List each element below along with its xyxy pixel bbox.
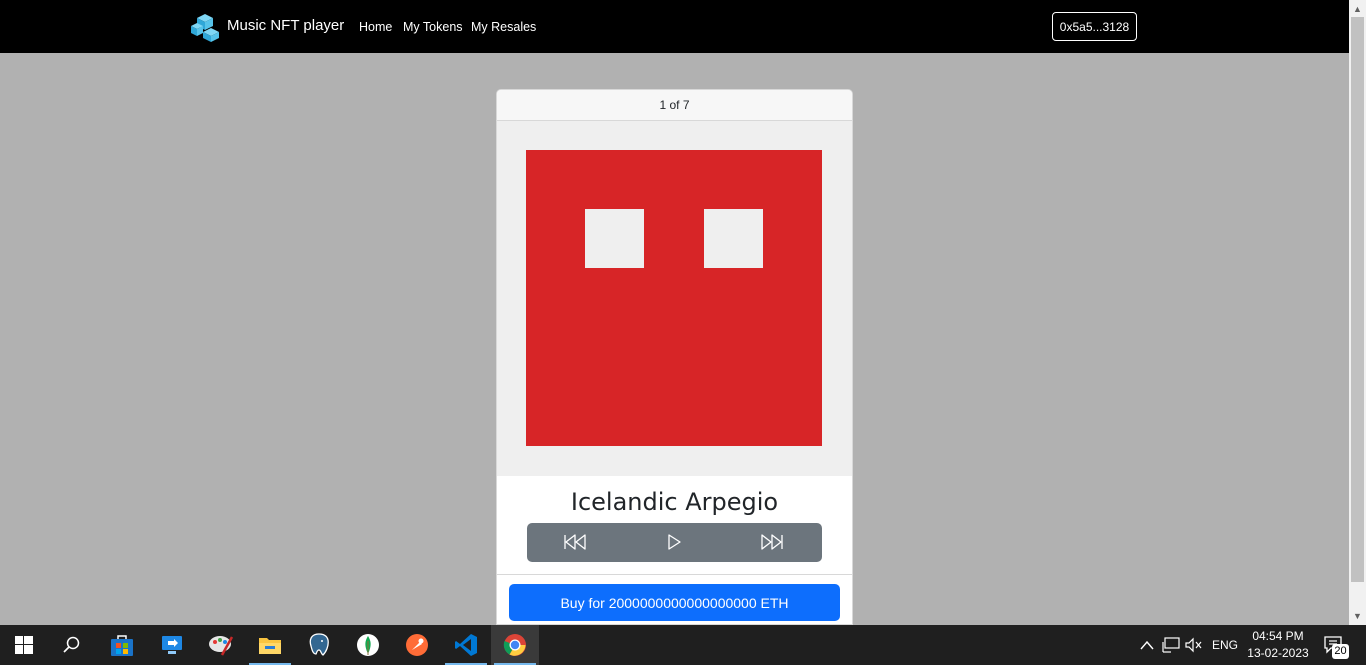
nav-home[interactable]: Home: [359, 20, 392, 34]
nav-my-resales[interactable]: My Resales: [471, 20, 536, 34]
track-title: Icelandic Arpegio: [570, 488, 779, 516]
windows-start-icon[interactable]: [0, 625, 48, 665]
scroll-thumb[interactable]: [1351, 17, 1364, 582]
notification-count-badge: 20: [1332, 644, 1349, 659]
wallet-address-button[interactable]: 0x5a5...3128: [1052, 12, 1137, 41]
nav-my-tokens[interactable]: My Tokens: [403, 20, 463, 34]
volume-muted-icon[interactable]: [1185, 625, 1203, 665]
search-icon[interactable]: [48, 625, 96, 665]
paint-icon[interactable]: [197, 625, 245, 665]
hidden-icons-chevron-icon[interactable]: [1140, 625, 1154, 665]
nft-artwork: [526, 150, 822, 446]
postman-icon[interactable]: [393, 625, 441, 665]
microsoft-store-icon[interactable]: [98, 625, 146, 665]
clock-time: 04:54 PM: [1252, 629, 1304, 643]
buy-button[interactable]: Buy for 2000000000000000000 ETH: [509, 584, 840, 621]
card-pager: 1 of 7: [497, 90, 852, 121]
navbar: Music NFT player Home My Tokens My Resal…: [0, 0, 1349, 53]
player-controls: [527, 523, 822, 562]
brand-logo-icon[interactable]: [189, 12, 219, 42]
network-icon[interactable]: [1162, 625, 1180, 665]
artwork-right-square: [704, 209, 763, 268]
postgresql-icon[interactable]: [295, 625, 343, 665]
mongodb-icon[interactable]: [344, 625, 392, 665]
brand-name[interactable]: Music NFT player: [227, 17, 344, 34]
scroll-down-arrow-icon[interactable]: ▼: [1353, 611, 1362, 621]
skip-back-icon[interactable]: [563, 532, 587, 552]
scroll-up-arrow-icon[interactable]: ▲: [1353, 4, 1362, 14]
taskbar-clock[interactable]: 04:54 PM 13-02-2023: [1246, 628, 1310, 662]
remote-desktop-icon[interactable]: [148, 625, 196, 665]
nft-card: 1 of 7 Icelandic Arpegio Buy for 2000000…: [496, 89, 853, 625]
skip-forward-icon[interactable]: [760, 532, 784, 552]
windows-taskbar: ENG 04:54 PM 13-02-2023 20: [0, 625, 1366, 665]
page-scrollbar[interactable]: ▲ ▼: [1349, 0, 1366, 625]
chrome-icon[interactable]: [491, 625, 539, 665]
artwork-left-square: [585, 209, 644, 268]
vscode-icon[interactable]: [442, 625, 490, 665]
art-area: [497, 121, 852, 476]
clock-date: 13-02-2023: [1247, 646, 1309, 660]
language-indicator[interactable]: ENG: [1212, 625, 1238, 665]
card-divider: [497, 574, 852, 575]
file-explorer-icon[interactable]: [246, 625, 294, 665]
play-icon[interactable]: [663, 532, 687, 552]
